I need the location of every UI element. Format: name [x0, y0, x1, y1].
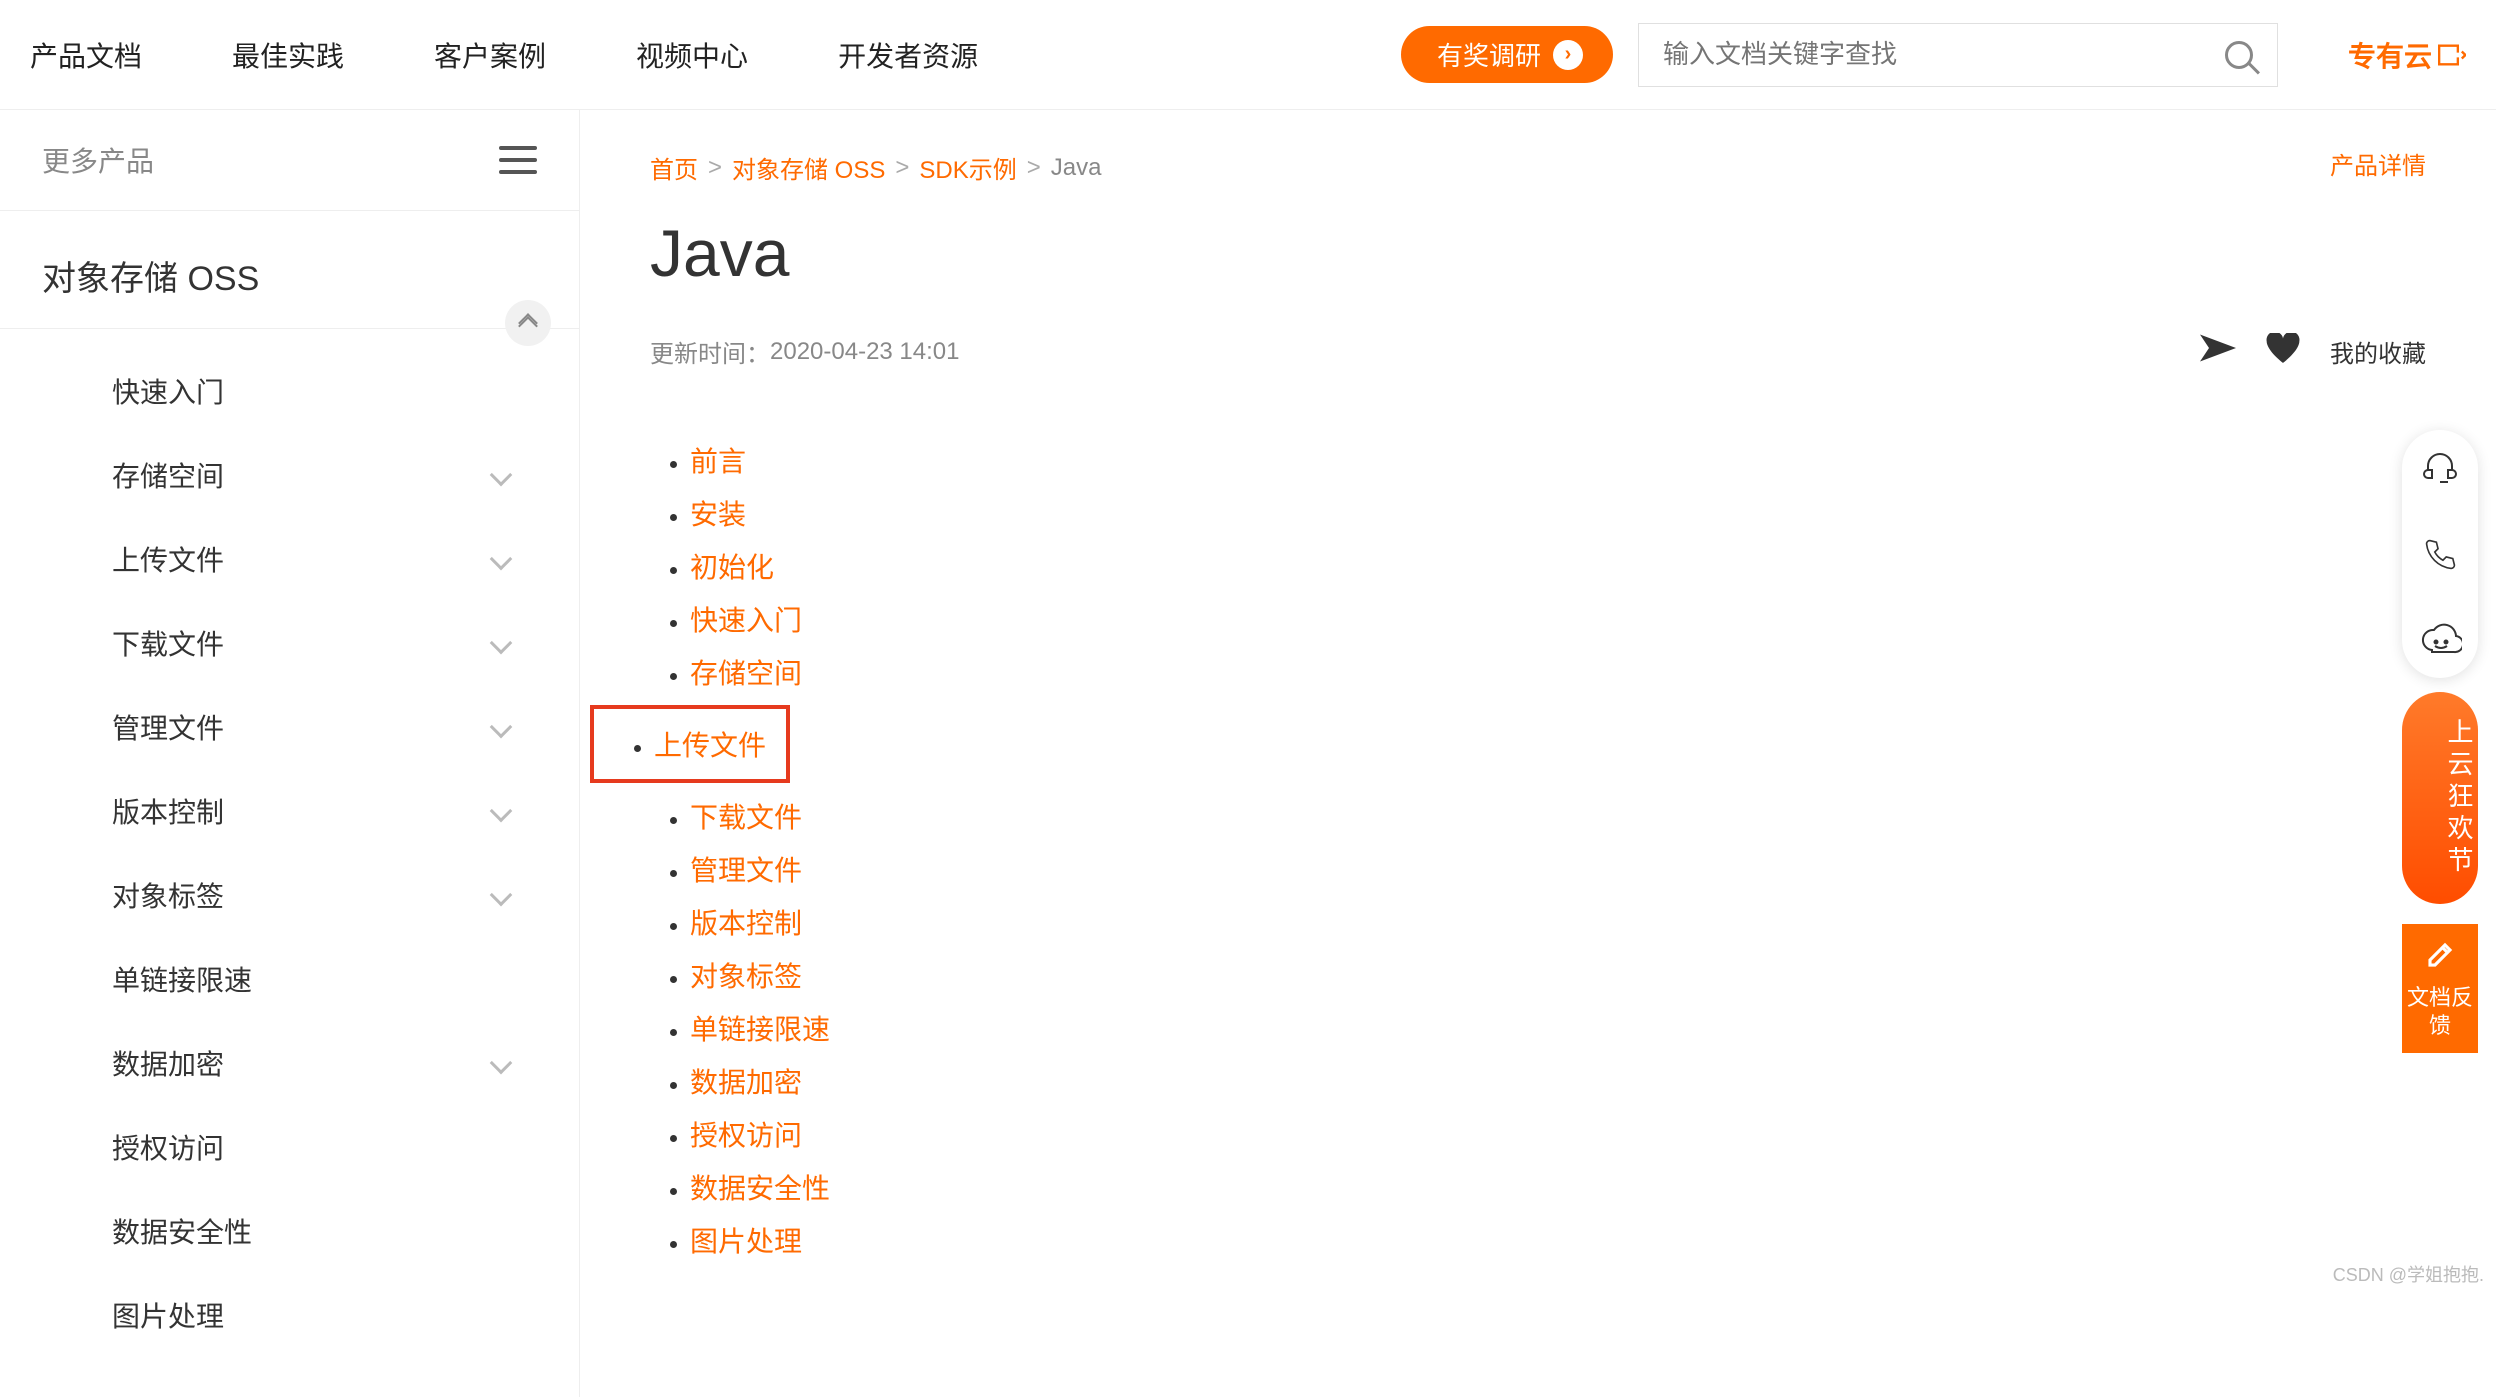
sidebar-item[interactable]: 管理文件 — [0, 685, 579, 769]
chevron-down-icon — [490, 548, 513, 571]
promo-pill[interactable]: 上云狂欢节 — [2402, 692, 2478, 904]
chevron-down-icon — [490, 464, 513, 487]
chevron-down-icon — [490, 716, 513, 739]
sidebar-item[interactable]: 下载文件 — [0, 601, 579, 685]
sidebar: 更多产品 对象存储 OSS 快速入门存储空间上传文件下载文件管理文件版本控制对象… — [0, 110, 580, 1397]
toc-link[interactable]: 版本控制 — [690, 902, 2426, 942]
sidebar-item[interactable]: 对象标签 — [0, 853, 579, 937]
toc-link[interactable]: 快速入门 — [690, 599, 2426, 639]
search-icon[interactable] — [2225, 41, 2253, 69]
heart-icon[interactable] — [2266, 333, 2300, 370]
sidebar-item[interactable]: 图片处理 — [0, 1273, 579, 1357]
private-cloud-label: 专有云 — [2348, 35, 2432, 75]
toc-list: 前言安装初始化快速入门存储空间上传文件下载文件管理文件版本控制对象标签单链接限速… — [650, 440, 2426, 1260]
updated-value: 2020-04-23 14:01 — [770, 338, 960, 366]
main-content: 产品详情 首页 > 对象存储 OSS > SDK示例 > Java Java 更… — [580, 110, 2496, 1397]
nav-link[interactable]: 产品文档 — [30, 35, 142, 75]
nav-link[interactable]: 客户案例 — [434, 35, 546, 75]
sidebar-item[interactable]: 数据安全性 — [0, 1189, 579, 1273]
share-icon[interactable] — [2200, 334, 2236, 369]
sidebar-item-label: 数据安全性 — [112, 1211, 252, 1251]
watermark: CSDN @学姐抱抱. — [2333, 1261, 2484, 1287]
float-rail: 上云狂欢节 文档反馈 — [2402, 430, 2478, 1053]
breadcrumb-item[interactable]: 对象存储 OSS — [732, 150, 885, 185]
sidebar-item-label: 下载文件 — [112, 623, 224, 663]
toc-link[interactable]: 数据加密 — [690, 1061, 2426, 1101]
page-meta: 更新时间： 2020-04-23 14:01 我的收藏 — [650, 333, 2426, 370]
toc-link[interactable]: 图片处理 — [690, 1220, 2426, 1260]
top-nav-links: 产品文档 最佳实践 客户案例 视频中心 开发者资源 — [30, 35, 1401, 75]
favorites-link[interactable]: 我的收藏 — [2330, 334, 2426, 369]
sidebar-item[interactable]: 单链接限速 — [0, 937, 579, 1021]
sidebar-tree: 快速入门存储空间上传文件下载文件管理文件版本控制对象标签单链接限速数据加密授权访… — [0, 329, 579, 1397]
chevron-down-icon — [490, 800, 513, 823]
sidebar-item-label: 单链接限速 — [112, 959, 252, 999]
hamburger-icon[interactable] — [499, 146, 537, 174]
sidebar-item-label: 数据加密 — [112, 1043, 224, 1083]
toc-link[interactable]: 初始化 — [690, 546, 2426, 586]
edit-icon — [2425, 940, 2455, 970]
sidebar-item[interactable]: 授权访问 — [0, 1105, 579, 1189]
breadcrumb-separator: > — [895, 154, 909, 182]
sidebar-item-label: 版本控制 — [112, 791, 224, 831]
toc-link[interactable]: 上传文件 — [654, 724, 766, 764]
sidebar-item-label: 上传文件 — [112, 539, 224, 579]
top-nav: 产品文档 最佳实践 客户案例 视频中心 开发者资源 有奖调研 › 专有云 — [0, 0, 2496, 110]
nav-link[interactable]: 视频中心 — [636, 35, 748, 75]
headset-icon[interactable] — [2412, 440, 2468, 496]
nav-link[interactable]: 最佳实践 — [232, 35, 344, 75]
breadcrumb-separator: > — [708, 154, 722, 182]
toc-link[interactable]: 单链接限速 — [690, 1008, 2426, 1048]
breadcrumb-item[interactable]: SDK示例 — [919, 150, 1016, 185]
sidebar-item[interactable]: 数据加密 — [0, 1021, 579, 1105]
sidebar-item-label: 图片处理 — [112, 1295, 224, 1335]
sidebar-product-title: 对象存储 OSS — [0, 211, 579, 329]
toc-link[interactable]: 前言 — [690, 440, 2426, 480]
survey-button-label: 有奖调研 — [1437, 36, 1541, 73]
breadcrumb: 首页 > 对象存储 OSS > SDK示例 > Java — [650, 150, 2426, 185]
toc-link[interactable]: 安装 — [690, 493, 2426, 533]
breadcrumb-current: Java — [1051, 154, 1102, 182]
breadcrumb-separator: > — [1027, 154, 1041, 182]
chevron-down-icon — [490, 632, 513, 655]
doc-feedback-button[interactable]: 文档反馈 — [2402, 924, 2478, 1053]
float-contact-card — [2402, 430, 2478, 678]
sidebar-item-label: 快速入门 — [112, 371, 224, 411]
product-detail-link[interactable]: 产品详情 — [2330, 146, 2426, 181]
sidebar-more-label: 更多产品 — [42, 140, 154, 180]
external-link-icon — [2438, 44, 2466, 66]
toc-link[interactable]: 管理文件 — [690, 849, 2426, 889]
private-cloud-link[interactable]: 专有云 — [2348, 35, 2466, 75]
survey-button[interactable]: 有奖调研 › — [1401, 26, 1613, 83]
toc-link[interactable]: 授权访问 — [690, 1114, 2426, 1154]
updated-label: 更新时间： — [650, 334, 770, 369]
cloud-smile-icon[interactable] — [2412, 612, 2468, 668]
sidebar-item[interactable]: 存储空间 — [0, 433, 579, 517]
chevron-down-icon — [490, 1052, 513, 1075]
search-input[interactable] — [1663, 39, 2225, 70]
toc-highlight-box: 上传文件 — [590, 705, 790, 783]
sidebar-item-label: 对象标签 — [112, 875, 224, 915]
sidebar-item-label: 管理文件 — [112, 707, 224, 747]
toc-link[interactable]: 下载文件 — [690, 796, 2426, 836]
sidebar-item[interactable]: 版本控制 — [0, 769, 579, 853]
sidebar-item-label: 授权访问 — [112, 1127, 224, 1167]
sidebar-item[interactable]: 快速入门 — [0, 349, 579, 433]
toc-link[interactable]: 数据安全性 — [690, 1167, 2426, 1207]
chevron-down-icon — [490, 884, 513, 907]
breadcrumb-item[interactable]: 首页 — [650, 150, 698, 185]
chevron-right-icon: › — [1553, 40, 1583, 70]
phone-icon[interactable] — [2412, 526, 2468, 582]
doc-feedback-label: 文档反馈 — [2402, 984, 2478, 1041]
search-box[interactable] — [1638, 23, 2278, 87]
page-title: Java — [650, 215, 2426, 291]
nav-link[interactable]: 开发者资源 — [838, 35, 978, 75]
toc-link[interactable]: 存储空间 — [690, 652, 2426, 692]
sidebar-item-label: 存储空间 — [112, 455, 224, 495]
sidebar-item[interactable]: 上传文件 — [0, 517, 579, 601]
toc-link[interactable]: 对象标签 — [690, 955, 2426, 995]
sidebar-more-products[interactable]: 更多产品 — [0, 110, 579, 211]
